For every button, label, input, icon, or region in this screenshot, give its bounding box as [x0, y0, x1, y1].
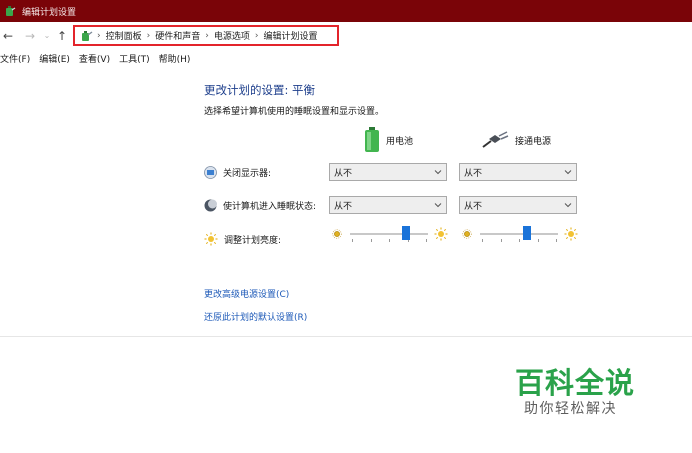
slider-track [350, 233, 428, 235]
menu-edit[interactable]: 编辑(E) [39, 52, 70, 65]
sleep-label: 使计算机进入睡眠状态: [223, 201, 317, 212]
restore-defaults-link[interactable]: 还原此计划的默认设置(R) [204, 310, 307, 323]
sleep-row-label: 使计算机进入睡眠状态: [204, 197, 316, 213]
select-value: 从不 [334, 201, 353, 212]
advanced-power-settings-link[interactable]: 更改高级电源设置(C) [204, 287, 289, 300]
battery-icon [365, 127, 379, 152]
chevron-down-icon [434, 170, 442, 175]
slider-tick [482, 239, 483, 242]
bright-sun-icon [434, 227, 448, 241]
display-off-plugged-select[interactable]: 从不 [459, 163, 577, 181]
breadcrumb-edit-plan[interactable]: 编辑计划设置 [263, 29, 317, 42]
slider-tick [519, 239, 520, 242]
battery-column-label: 用电池 [386, 136, 414, 147]
select-value: 从不 [464, 201, 483, 212]
breadcrumb-separator: › [97, 30, 101, 41]
page-subtitle: 选择希望计算机使用的睡眠设置和显示设置。 [204, 107, 385, 117]
column-header-plugged: 接通电源 [481, 126, 551, 154]
sleep-battery-select[interactable]: 从不 [329, 196, 447, 214]
menu-view[interactable]: 查看(V) [79, 52, 110, 65]
slider-tick [352, 239, 353, 242]
breadcrumb-separator: › [146, 30, 151, 41]
select-value: 从不 [334, 168, 353, 179]
up-button[interactable]: ↑ [54, 28, 70, 44]
slider-tick [538, 239, 539, 242]
brightness-plugged-slider[interactable] [462, 226, 580, 242]
monitor-icon [204, 165, 217, 179]
brightness-battery-slider[interactable] [332, 226, 450, 242]
menu-file[interactable]: 文件(F) [0, 52, 30, 65]
power-options-icon [6, 6, 16, 16]
breadcrumb-power-options[interactable]: 电源选项 [214, 29, 250, 42]
breadcrumb-separator: › [205, 30, 209, 41]
brightness-label: 调整计划亮度: [224, 235, 282, 246]
sleep-moon-icon [204, 199, 217, 211]
watermark-logo-text: 百科全说 [515, 366, 636, 400]
recent-locations-button[interactable]: ⌄ [42, 28, 52, 44]
address-bar[interactable]: › 控制面板 › 硬件和声音 › 电源选项 › 编辑计划设置 [73, 25, 339, 46]
display-off-label: 关闭显示器: [223, 168, 272, 179]
watermark-slogan: 助你轻松解决 [524, 401, 617, 417]
breadcrumb-hardware-sound[interactable]: 硬件和声音 [155, 29, 200, 42]
sun-icon [204, 232, 218, 246]
forward-button[interactable]: → [22, 28, 38, 44]
display-off-row-label: 关闭显示器: [204, 164, 271, 180]
breadcrumb-separator: › [254, 30, 259, 41]
dim-sun-icon [462, 229, 472, 239]
display-off-battery-select[interactable]: 从不 [329, 163, 447, 181]
chevron-down-icon [564, 203, 572, 208]
slider-tick [556, 239, 557, 242]
sleep-plugged-select[interactable]: 从不 [459, 196, 577, 214]
select-value: 从不 [464, 168, 483, 179]
chevron-down-icon [564, 170, 572, 175]
power-plug-icon [482, 131, 509, 148]
plugged-column-label: 接通电源 [515, 136, 552, 147]
brightness-row-label: 调整计划亮度: [204, 231, 281, 247]
control-panel-icon [82, 30, 93, 41]
slider-tick [371, 239, 372, 242]
title-bar: 编辑计划设置 [0, 0, 692, 22]
bright-sun-icon [564, 227, 578, 241]
page-title: 更改计划的设置: 平衡 [204, 83, 316, 97]
slider-tick [426, 239, 427, 242]
slider-tick [501, 239, 502, 242]
divider [0, 336, 692, 337]
dim-sun-icon [332, 229, 342, 239]
slider-track [480, 233, 558, 235]
slider-tick [389, 239, 390, 242]
menu-bar: 文件(F) 编辑(E) 查看(V) 工具(T) 帮助(H) [0, 50, 692, 66]
navigation-bar: ← → ⌄ ↑ › 控制面板 › 硬件和声音 › 电源选项 › 编辑计划设置 [0, 22, 692, 49]
slider-thumb[interactable] [402, 226, 411, 240]
slider-thumb[interactable] [522, 226, 531, 240]
menu-help[interactable]: 帮助(H) [159, 52, 191, 65]
breadcrumb-control-panel[interactable]: 控制面板 [106, 29, 142, 42]
menu-tools[interactable]: 工具(T) [119, 52, 150, 65]
window-title: 编辑计划设置 [22, 7, 77, 18]
chevron-down-icon [434, 203, 442, 208]
back-button[interactable]: ← [0, 28, 16, 44]
column-header-battery: 用电池 [364, 126, 413, 154]
